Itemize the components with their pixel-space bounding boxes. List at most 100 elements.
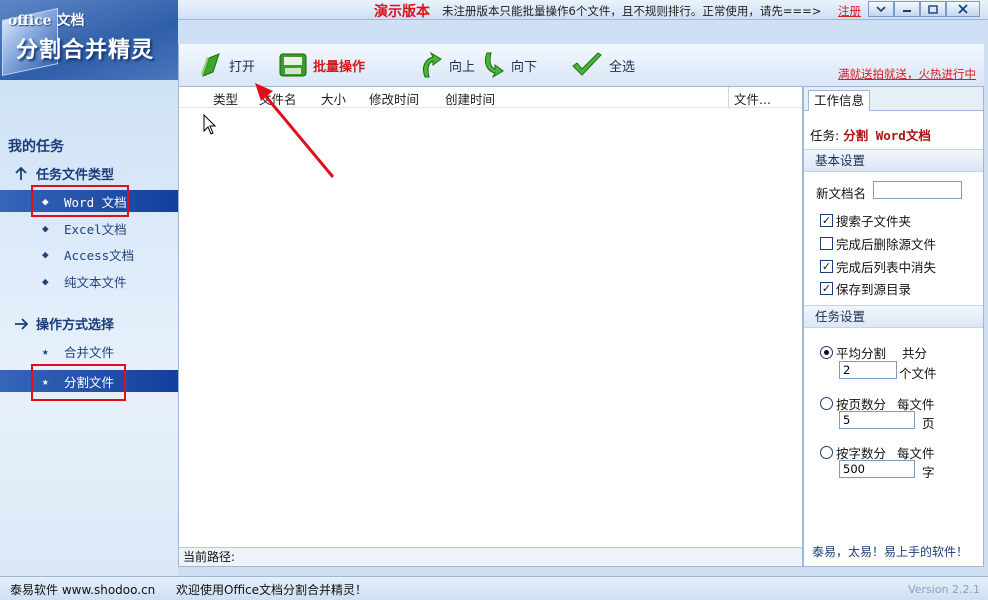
column-created[interactable]: 创建时间 bbox=[445, 89, 495, 108]
sidebar-item-excel[interactable]: ◆ Excel文档 bbox=[0, 217, 178, 239]
annotation-arrow bbox=[255, 83, 335, 178]
split-chars-count-input[interactable] bbox=[839, 460, 915, 478]
minimize-button[interactable] bbox=[894, 1, 920, 17]
arrow-right-icon bbox=[15, 317, 28, 330]
diamond-bullet-icon: ◆ bbox=[42, 247, 49, 261]
current-path-bar: 当前路径: bbox=[178, 547, 803, 567]
menu-dropdown-button[interactable] bbox=[868, 1, 894, 17]
column-separator[interactable] bbox=[728, 87, 729, 108]
file-type-section-header[interactable]: 任务文件类型 bbox=[14, 164, 114, 183]
diamond-bullet-icon: ◆ bbox=[42, 221, 49, 235]
new-name-label: 新文档名 bbox=[816, 186, 867, 201]
sidebar-item-text[interactable]: ◆ 纯文本文件 bbox=[0, 270, 178, 292]
promo-link[interactable]: 满就送拍就送，火热进行中 bbox=[838, 66, 976, 82]
task-value: 分割 Word文档 bbox=[843, 128, 931, 143]
star-bullet-icon: ★ bbox=[42, 344, 49, 358]
checkbox-box[interactable]: ✓ bbox=[820, 282, 833, 295]
sidebar-item-label: Excel文档 bbox=[64, 221, 127, 237]
move-up-label: 向上 bbox=[449, 59, 476, 75]
split-average-prefix: 共分 bbox=[902, 346, 928, 361]
select-all-label: 全选 bbox=[609, 59, 636, 75]
current-task: 任务: 分割 Word文档 bbox=[810, 125, 931, 144]
checkbox-save-to-source[interactable]: ✓ 保存到源目录 bbox=[820, 279, 911, 298]
checkbox-remove-from-list[interactable]: ✓ 完成后列表中消失 bbox=[820, 257, 936, 276]
checkbox-box[interactable] bbox=[820, 237, 833, 250]
register-link[interactable]: 注册 bbox=[838, 3, 861, 19]
mouse-cursor-icon bbox=[203, 114, 217, 135]
app-logo: office 文档 分割合并精灵 bbox=[0, 0, 178, 80]
move-down-label: 向下 bbox=[511, 59, 538, 75]
open-book-icon bbox=[201, 53, 220, 77]
task-settings-header: 任务设置 bbox=[804, 305, 983, 328]
split-average-unit: 个文件 bbox=[899, 366, 937, 381]
minimize-icon bbox=[903, 10, 911, 12]
open-button-label: 打开 bbox=[229, 59, 256, 75]
sidebar-item-word[interactable]: ◆ Word 文档 bbox=[0, 190, 178, 212]
file-type-section-label: 任务文件类型 bbox=[36, 168, 115, 183]
column-file-path[interactable]: 文件... bbox=[734, 89, 771, 108]
radio-split-average[interactable]: 平均分割 bbox=[820, 343, 886, 362]
tab-work-info[interactable]: 工作信息 bbox=[808, 90, 871, 111]
select-all-button[interactable]: 全选 bbox=[571, 50, 635, 80]
my-tasks-title: 我的任务 bbox=[8, 139, 64, 155]
column-type[interactable]: 类型 bbox=[213, 89, 238, 108]
arrow-up-green-icon bbox=[422, 51, 442, 78]
checkbox-label: 保存到源目录 bbox=[836, 282, 912, 297]
sidebar-item-access[interactable]: ◆ Access文档 bbox=[0, 243, 178, 265]
checkbox-label: 搜索子文件夹 bbox=[836, 214, 912, 229]
split-chars-unit: 字 bbox=[922, 465, 935, 480]
demo-version-label: 演示版本 bbox=[374, 4, 430, 20]
column-modified[interactable]: 修改时间 bbox=[369, 89, 419, 108]
slogan-text: 泰易，太易！易上手的软件！ bbox=[812, 545, 969, 559]
operation-section-header[interactable]: 操作方式选择 bbox=[14, 314, 114, 333]
checkbox-box[interactable]: ✓ bbox=[820, 260, 833, 273]
operation-section-label: 操作方式选择 bbox=[36, 318, 115, 333]
company-website: 泰易软件 www.shodoo.cn bbox=[10, 583, 156, 597]
work-info-tabstrip: 工作信息 bbox=[804, 87, 983, 111]
main-toolbar: 打开 批量操作 向上 向下 全选 满就送拍就送，火热进行中 bbox=[178, 44, 984, 86]
checkbox-delete-source[interactable]: 完成后删除源文件 bbox=[820, 234, 936, 253]
welcome-message: 欢迎使用Office文档分割合并精灵！ bbox=[176, 583, 368, 597]
file-list[interactable]: 类型 文件名 大小 修改时间 创建时间 文件... bbox=[178, 83, 803, 548]
sidebar-item-label: Word 文档 bbox=[64, 194, 127, 210]
work-info-panel: 工作信息 任务: 分割 Word文档 基本设置 新文档名 ✓ 搜索子文件夹 完成… bbox=[803, 86, 984, 567]
close-button[interactable] bbox=[946, 1, 980, 17]
checkbox-box[interactable]: ✓ bbox=[820, 214, 833, 227]
move-down-button[interactable]: 向下 bbox=[479, 50, 537, 80]
checkbox-label: 完成后删除源文件 bbox=[836, 237, 937, 252]
sidebar-item-label: Access文档 bbox=[64, 247, 135, 263]
radio-button[interactable] bbox=[820, 446, 833, 459]
open-button[interactable]: 打开 bbox=[199, 50, 255, 80]
radio-button[interactable] bbox=[820, 346, 833, 359]
sidebar-item-merge[interactable]: ★ 合并文件 bbox=[0, 340, 178, 362]
status-bar: 泰易软件 www.shodoo.cn 欢迎使用Office文档分割合并精灵！ V… bbox=[0, 576, 988, 600]
batch-operation-button[interactable]: 批量操作 bbox=[279, 50, 365, 80]
logo-small-text: office 文档 bbox=[8, 13, 85, 29]
basic-settings-header: 基本设置 bbox=[804, 149, 983, 172]
split-pages-unit: 页 bbox=[922, 416, 935, 431]
maximize-button[interactable] bbox=[920, 1, 946, 17]
checkbox-label: 完成后列表中消失 bbox=[836, 260, 937, 275]
sidebar-item-label: 合并文件 bbox=[64, 344, 115, 360]
task-sidebar: 我的任务 任务文件类型 ◆ Word 文档 ◆ Excel文档 ◆ Access… bbox=[0, 80, 178, 576]
sidebar-item-label: 纯文本文件 bbox=[64, 274, 127, 290]
maximize-icon bbox=[928, 4, 938, 14]
move-up-button[interactable]: 向上 bbox=[417, 50, 475, 80]
radio-button[interactable] bbox=[820, 397, 833, 410]
checkbox-search-subfolders[interactable]: ✓ 搜索子文件夹 bbox=[820, 211, 911, 230]
batch-operation-label: 批量操作 bbox=[313, 59, 366, 75]
demo-notice-text: 未注册版本只能批量操作6个文件，且不规则排行。正常使用，请先===> bbox=[442, 4, 822, 18]
sidebar-item-split[interactable]: ★ 分割文件 bbox=[0, 370, 178, 392]
new-name-input[interactable] bbox=[873, 181, 962, 199]
sidebar-item-label: 分割文件 bbox=[64, 374, 115, 390]
chevron-down-icon bbox=[876, 6, 886, 13]
split-average-count-input[interactable] bbox=[839, 361, 897, 379]
arrow-up-icon bbox=[15, 166, 27, 180]
version-label: Version 2.2.1 bbox=[908, 583, 980, 596]
checkmark-icon bbox=[572, 52, 602, 76]
arrow-down-green-icon bbox=[484, 52, 504, 79]
task-label: 任务: bbox=[810, 128, 840, 143]
radio-label: 平均分割 bbox=[836, 346, 887, 361]
split-pages-count-input[interactable] bbox=[839, 411, 915, 429]
radio-dot bbox=[824, 350, 829, 355]
